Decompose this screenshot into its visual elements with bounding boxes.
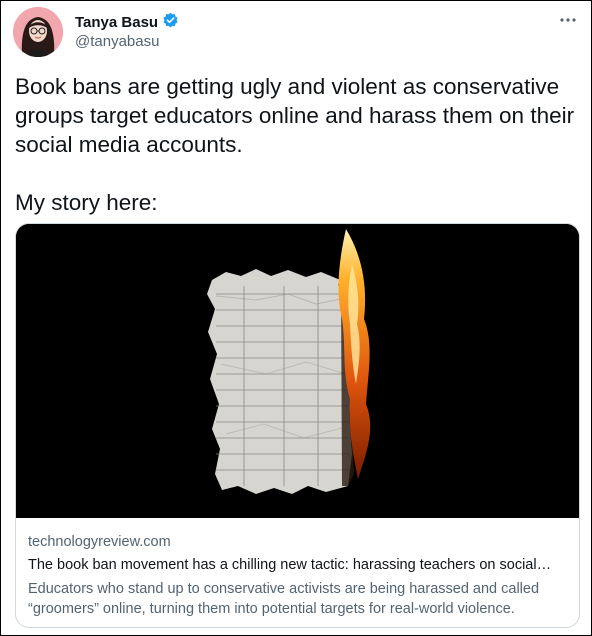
author-avatar[interactable]	[13, 7, 63, 57]
card-title: The book ban movement has a chilling new…	[28, 557, 552, 573]
link-preview-card[interactable]: technologyreview.com The book ban moveme…	[15, 223, 580, 628]
tweet-container: Tanya Basu @tanyabasu Book bans are gett…	[0, 0, 592, 636]
card-domain: technologyreview.com	[28, 534, 171, 550]
card-image[interactable]	[16, 224, 579, 518]
ellipsis-icon[interactable]	[559, 10, 577, 28]
tweet-paragraph: My story here:	[15, 190, 158, 215]
verified-badge-icon	[162, 12, 179, 33]
tweet-text: Book bans are getting ugly and violent a…	[15, 72, 580, 217]
author-handle[interactable]: @tanyabasu	[75, 33, 159, 50]
author-name[interactable]: Tanya Basu	[75, 12, 179, 33]
tweet-paragraph: Book bans are getting ugly and violent a…	[15, 74, 575, 157]
card-description: Educators who stand up to conservative a…	[28, 581, 540, 617]
author-name-label: Tanya Basu	[75, 14, 159, 31]
